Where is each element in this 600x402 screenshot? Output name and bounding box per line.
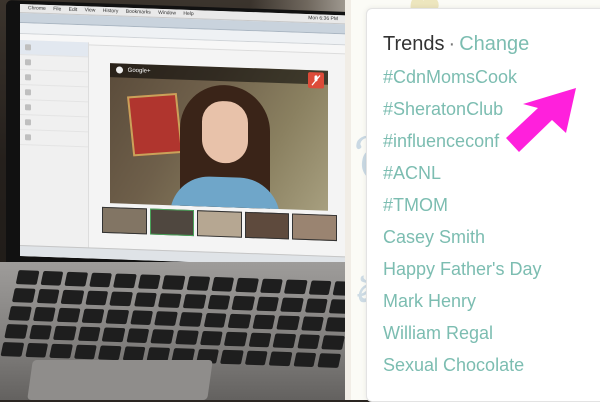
- magenta-arrow-icon: [506, 88, 576, 152]
